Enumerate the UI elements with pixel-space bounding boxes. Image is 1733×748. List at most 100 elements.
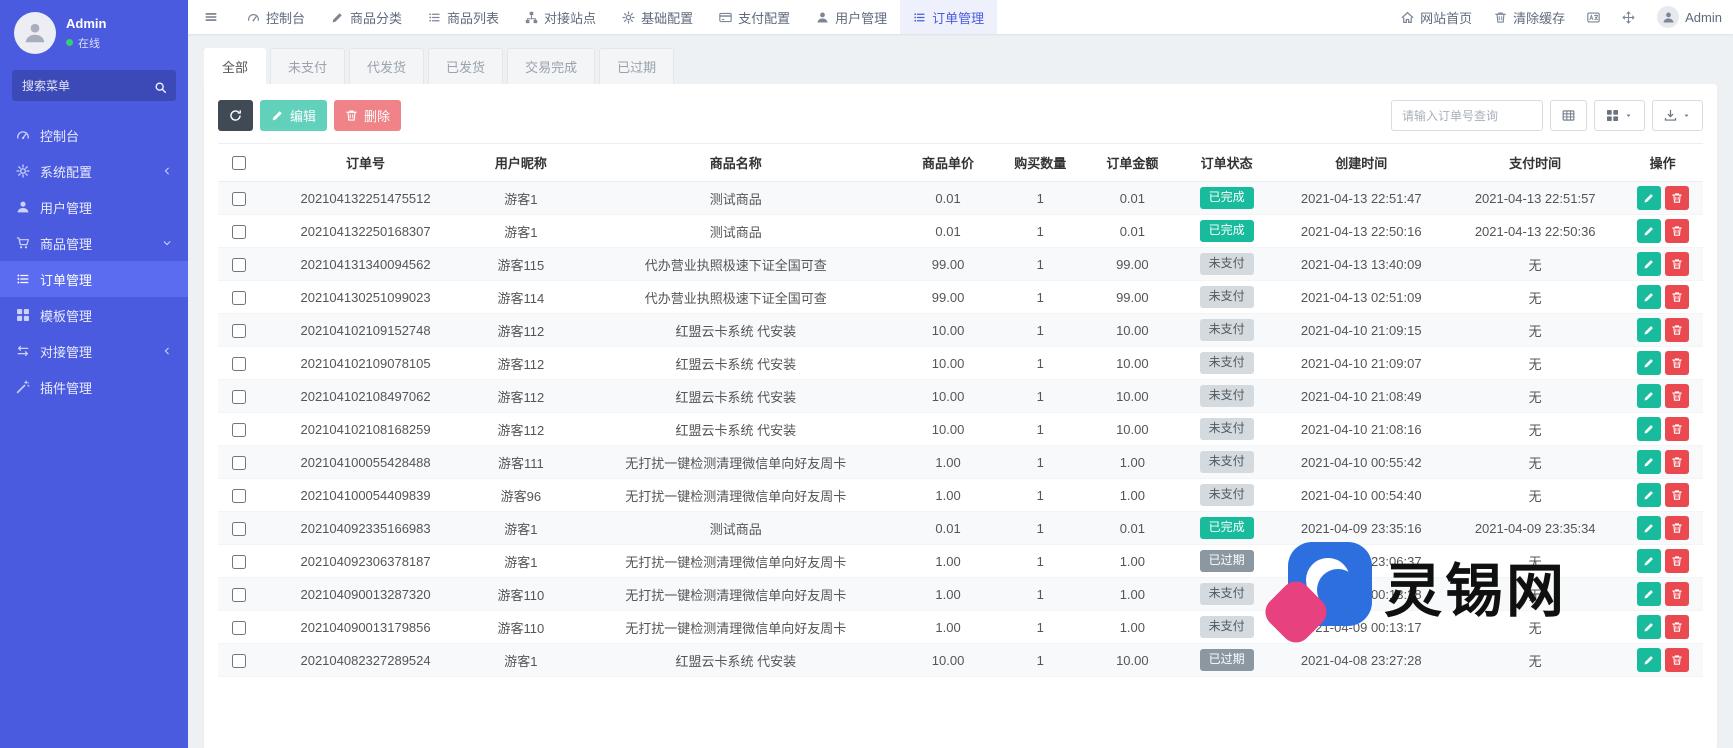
column-header[interactable]: 用户昵称 <box>472 144 570 182</box>
sidebar-item-user-management[interactable]: 用户管理 <box>0 189 188 225</box>
row-checkbox[interactable] <box>232 423 246 437</box>
row-edit-button[interactable] <box>1637 417 1661 441</box>
gear-icon <box>622 11 635 24</box>
sidebar-item-order-management[interactable]: 订单管理 <box>0 261 188 297</box>
row-checkbox[interactable] <box>232 291 246 305</box>
row-delete-button[interactable] <box>1665 252 1689 276</box>
row-checkbox[interactable] <box>232 357 246 371</box>
edit-button[interactable]: 编辑 <box>260 100 327 131</box>
column-header[interactable]: 购买数量 <box>995 144 1086 182</box>
fullscreen-button[interactable] <box>1611 0 1646 34</box>
toggle-view-button[interactable] <box>1550 100 1587 131</box>
topnav-item-label: 商品分类 <box>350 8 402 27</box>
column-header[interactable]: 创建时间 <box>1274 144 1448 182</box>
row-edit-button[interactable] <box>1637 285 1661 309</box>
row-delete-button[interactable] <box>1665 318 1689 342</box>
row-edit-button[interactable] <box>1637 615 1661 639</box>
topnav-item-order-management[interactable]: 订单管理 <box>900 0 997 34</box>
search-icon[interactable] <box>154 79 167 94</box>
topnav-item-dashboard[interactable]: 控制台 <box>234 0 318 34</box>
row-edit-button[interactable] <box>1637 516 1661 540</box>
select-all-checkbox[interactable] <box>232 156 246 170</box>
row-edit-button[interactable] <box>1637 549 1661 573</box>
delete-button[interactable]: 删除 <box>334 100 401 131</box>
tab-delivered[interactable]: 已发货 <box>428 48 503 84</box>
export-dropdown-button[interactable] <box>1652 100 1703 131</box>
row-checkbox[interactable] <box>232 456 246 470</box>
row-edit-button[interactable] <box>1637 483 1661 507</box>
column-header[interactable]: 订单号 <box>259 144 471 182</box>
order-search-input[interactable] <box>1391 100 1543 131</box>
topnav-item-payment-config[interactable]: 支付配置 <box>706 0 803 34</box>
row-edit-button[interactable] <box>1637 384 1661 408</box>
row-checkbox[interactable] <box>232 654 246 668</box>
tab-all[interactable]: 全部 <box>204 48 266 84</box>
row-edit-button[interactable] <box>1637 351 1661 375</box>
clear-cache-link[interactable]: 清除缓存 <box>1483 0 1576 34</box>
row-delete-button[interactable] <box>1665 483 1689 507</box>
tab-pending-delivery[interactable]: 代发货 <box>349 48 424 84</box>
topnav-item-product-list[interactable]: 商品列表 <box>415 0 512 34</box>
row-edit-button[interactable] <box>1637 648 1661 672</box>
sidebar-item-integration-management[interactable]: 对接管理 <box>0 333 188 369</box>
row-checkbox[interactable] <box>232 324 246 338</box>
topnav-item-integration-sites[interactable]: 对接站点 <box>512 0 609 34</box>
tab-unpaid[interactable]: 未支付 <box>270 48 345 84</box>
menu-search-input[interactable] <box>12 70 176 101</box>
site-home-link[interactable]: 网站首页 <box>1390 0 1483 34</box>
row-delete-button[interactable] <box>1665 219 1689 243</box>
sidebar-item-plugin-management[interactable]: 插件管理 <box>0 369 188 405</box>
column-header[interactable]: 支付时间 <box>1448 144 1622 182</box>
topnav-item-basic-config[interactable]: 基础配置 <box>609 0 706 34</box>
sidebar-item-product-management[interactable]: 商品管理 <box>0 225 188 261</box>
column-header[interactable]: 商品名称 <box>570 144 901 182</box>
refresh-button[interactable] <box>218 100 253 131</box>
language-button[interactable] <box>1576 0 1611 34</box>
tab-expired[interactable]: 已过期 <box>599 48 674 84</box>
sidebar-item-dashboard[interactable]: 控制台 <box>0 117 188 153</box>
row-edit-button[interactable] <box>1637 252 1661 276</box>
row-delete-button[interactable] <box>1665 384 1689 408</box>
row-checkbox[interactable] <box>232 258 246 272</box>
cell-created_at: 2021-04-10 00:55:42 <box>1274 446 1448 479</box>
row-checkbox[interactable] <box>232 489 246 503</box>
row-checkbox[interactable] <box>232 390 246 404</box>
row-delete-button[interactable] <box>1665 417 1689 441</box>
row-delete-button[interactable] <box>1665 285 1689 309</box>
row-checkbox[interactable] <box>232 192 246 206</box>
cell-unit_price: 0.01 <box>901 512 994 545</box>
row-edit-button[interactable] <box>1637 318 1661 342</box>
row-delete-button[interactable] <box>1665 582 1689 606</box>
column-header[interactable]: 订单金额 <box>1086 144 1179 182</box>
sidebar-toggle-button[interactable] <box>188 0 234 34</box>
row-delete-button[interactable] <box>1665 516 1689 540</box>
column-header[interactable]: 操作 <box>1622 144 1703 182</box>
row-checkbox[interactable] <box>232 555 246 569</box>
row-delete-button[interactable] <box>1665 615 1689 639</box>
caret-down-icon <box>1682 111 1691 120</box>
row-edit-button[interactable] <box>1637 186 1661 210</box>
row-checkbox[interactable] <box>232 522 246 536</box>
topnav-item-product-category[interactable]: 商品分类 <box>318 0 415 34</box>
admin-menu[interactable]: Admin <box>1646 0 1733 34</box>
row-delete-button[interactable] <box>1665 648 1689 672</box>
sidebar-item-system-config[interactable]: 系统配置 <box>0 153 188 189</box>
row-checkbox[interactable] <box>232 621 246 635</box>
sidebar-item-template-management[interactable]: 模板管理 <box>0 297 188 333</box>
avatar[interactable] <box>14 12 56 54</box>
row-checkbox[interactable] <box>232 588 246 602</box>
row-delete-button[interactable] <box>1665 549 1689 573</box>
column-header[interactable]: 订单状态 <box>1179 144 1274 182</box>
row-delete-button[interactable] <box>1665 351 1689 375</box>
row-edit-button[interactable] <box>1637 450 1661 474</box>
tab-completed[interactable]: 交易完成 <box>507 48 595 84</box>
row-edit-button[interactable] <box>1637 582 1661 606</box>
columns-dropdown-button[interactable] <box>1594 100 1645 131</box>
row-delete-button[interactable] <box>1665 186 1689 210</box>
column-header[interactable]: 商品单价 <box>901 144 994 182</box>
row-select-cell <box>218 545 259 578</box>
row-checkbox[interactable] <box>232 225 246 239</box>
topnav-item-user-management[interactable]: 用户管理 <box>803 0 900 34</box>
row-edit-button[interactable] <box>1637 219 1661 243</box>
row-delete-button[interactable] <box>1665 450 1689 474</box>
